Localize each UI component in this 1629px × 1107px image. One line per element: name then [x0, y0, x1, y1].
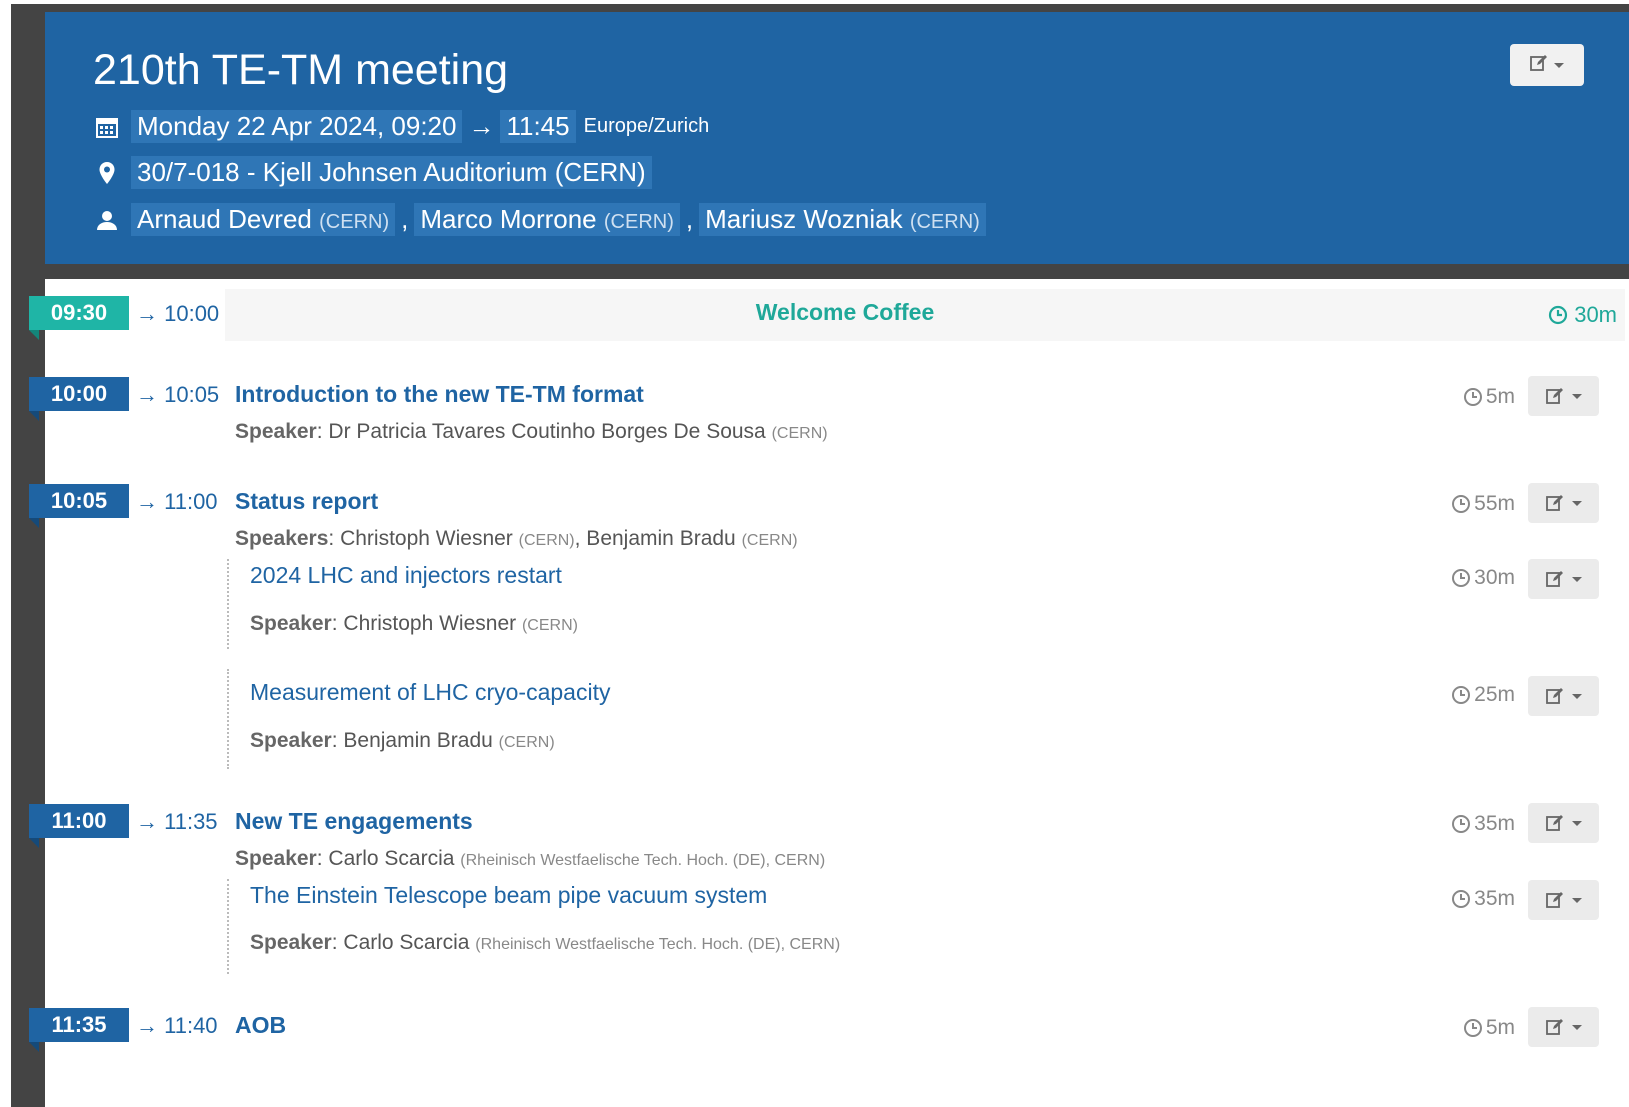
subcontribution-duration: 25m [1451, 683, 1515, 707]
subcontribution-edit-button[interactable] [1528, 559, 1599, 599]
event-timezone: Europe/Zurich [583, 115, 710, 137]
edit-icon [1545, 1019, 1563, 1035]
entry-edit-button[interactable] [1528, 376, 1599, 416]
entry-start-time: 10:00 [29, 377, 129, 411]
contribution-duration: 5m [1463, 385, 1515, 409]
break-title: Welcome Coffee [755, 299, 935, 325]
entry-end-time: → 11:40 [136, 1013, 218, 1038]
chevron-down-icon [1571, 693, 1582, 699]
contribution-speaker: Speaker: Carlo Scarcia (Rheinisch Westfa… [235, 847, 826, 870]
subcontribution-speaker: Speaker: Benjamin Bradu (CERN) [250, 729, 555, 752]
timetable: 09:30 → 10:00 Welcome Coffee 30m 10:00 →… [29, 279, 1629, 1107]
map-pin-icon [93, 159, 121, 187]
contribution-duration: 35m [1451, 812, 1515, 836]
break-block[interactable]: Welcome Coffee 30m [225, 289, 1625, 341]
clock-icon [1452, 890, 1471, 908]
entry-end-time: → 11:35 [136, 809, 218, 834]
entry-end-time: → 10:05 [136, 382, 220, 407]
subcontribution: Measurement of LHC cryo-capacity Speaker… [227, 669, 1627, 769]
calendar-icon [93, 113, 121, 141]
subcontribution-duration: 30m [1451, 566, 1515, 590]
entry-end-time: → 10:00 [136, 301, 220, 326]
contribution-duration: 5m [1463, 1016, 1515, 1040]
clock-icon [1452, 815, 1471, 833]
clock-icon [1463, 388, 1482, 406]
event-title: 210th TE-TM meeting [93, 46, 509, 94]
event-location[interactable]: 30/7-018 - Kjell Johnsen Auditorium (CER… [131, 156, 652, 189]
user-icon [93, 206, 121, 234]
clock-icon [1549, 305, 1568, 325]
event-end-time: 11:45 [500, 110, 576, 143]
subcontribution-duration: 35m [1451, 887, 1515, 911]
chevron-down-icon [1554, 62, 1564, 68]
entry-edit-button[interactable] [1528, 483, 1599, 523]
edit-icon [1545, 388, 1563, 404]
event-header: 210th TE-TM meeting Monday 22 Apr 2024, … [45, 12, 1629, 264]
entry-end-time: → 11:00 [136, 489, 218, 514]
chevron-down-icon [1571, 500, 1582, 506]
subcontribution: 2024 LHC and injectors restart Speaker: … [227, 559, 1627, 649]
contribution-title[interactable]: AOB [235, 1012, 286, 1039]
contribution-speakers: Speakers: Christoph Wiesner (CERN), Benj… [235, 527, 798, 550]
subcontribution-speaker: Speaker: Christoph Wiesner (CERN) [250, 612, 578, 635]
subcontribution: The Einstein Telescope beam pipe vacuum … [227, 879, 1627, 974]
entry-start-time: 11:00 [29, 804, 129, 838]
clock-icon [1452, 495, 1471, 513]
chevron-down-icon [1571, 393, 1582, 399]
event-start-date: Monday 22 Apr 2024, 09:20 [131, 110, 463, 143]
date-arrow: → [468, 111, 495, 141]
edit-icon [1545, 892, 1563, 908]
chair-person[interactable]: Mariusz Wozniak (CERN) [699, 203, 986, 236]
contribution-title[interactable]: Introduction to the new TE-TM format [235, 381, 644, 408]
chevron-down-icon [1571, 820, 1582, 826]
event-location-row: 30/7-018 - Kjell Johnsen Auditorium (CER… [93, 156, 656, 189]
clock-icon [1463, 1019, 1482, 1037]
break-duration: 30m [1548, 302, 1617, 328]
left-margin [0, 0, 11, 1107]
edit-icon [1530, 54, 1548, 77]
contribution-title[interactable]: Status report [235, 488, 378, 515]
event-chairs-row: Arnaud Devred (CERN) , Marco Morrone (CE… [93, 203, 990, 236]
contribution-duration: 55m [1451, 492, 1515, 516]
edit-icon [1545, 815, 1563, 831]
event-edit-button[interactable] [1510, 44, 1584, 86]
contribution-speaker: Speaker: Dr Patricia Tavares Coutinho Bo… [235, 420, 828, 443]
entry-start-time: 10:05 [29, 484, 129, 518]
contribution-title[interactable]: New TE engagements [235, 808, 473, 835]
entry-start-time: 11:35 [29, 1008, 129, 1042]
entry-start-time: 09:30 [29, 296, 129, 330]
entry-edit-button[interactable] [1528, 803, 1599, 843]
clock-icon [1452, 569, 1471, 587]
event-date-row: Monday 22 Apr 2024, 09:20 → 11:45 Europe… [93, 110, 709, 143]
edit-icon [1545, 688, 1563, 704]
edit-icon [1545, 495, 1563, 511]
chevron-down-icon [1571, 1024, 1582, 1030]
chair-person[interactable]: Marco Morrone (CERN) [414, 203, 680, 236]
subcontribution-edit-button[interactable] [1528, 676, 1599, 716]
subcontribution-title[interactable]: The Einstein Telescope beam pipe vacuum … [250, 882, 767, 909]
entry-edit-button[interactable] [1528, 1007, 1599, 1047]
chevron-down-icon [1571, 576, 1582, 582]
subcontribution-speaker: Speaker: Carlo Scarcia (Rheinisch Westfa… [250, 931, 841, 954]
subcontribution-title[interactable]: Measurement of LHC cryo-capacity [250, 679, 610, 706]
clock-icon [1452, 686, 1471, 704]
subcontribution-title[interactable]: 2024 LHC and injectors restart [250, 562, 562, 589]
subcontribution-edit-button[interactable] [1528, 880, 1599, 920]
edit-icon [1545, 571, 1563, 587]
chair-person[interactable]: Arnaud Devred (CERN) [131, 203, 396, 236]
chevron-down-icon [1571, 897, 1582, 903]
